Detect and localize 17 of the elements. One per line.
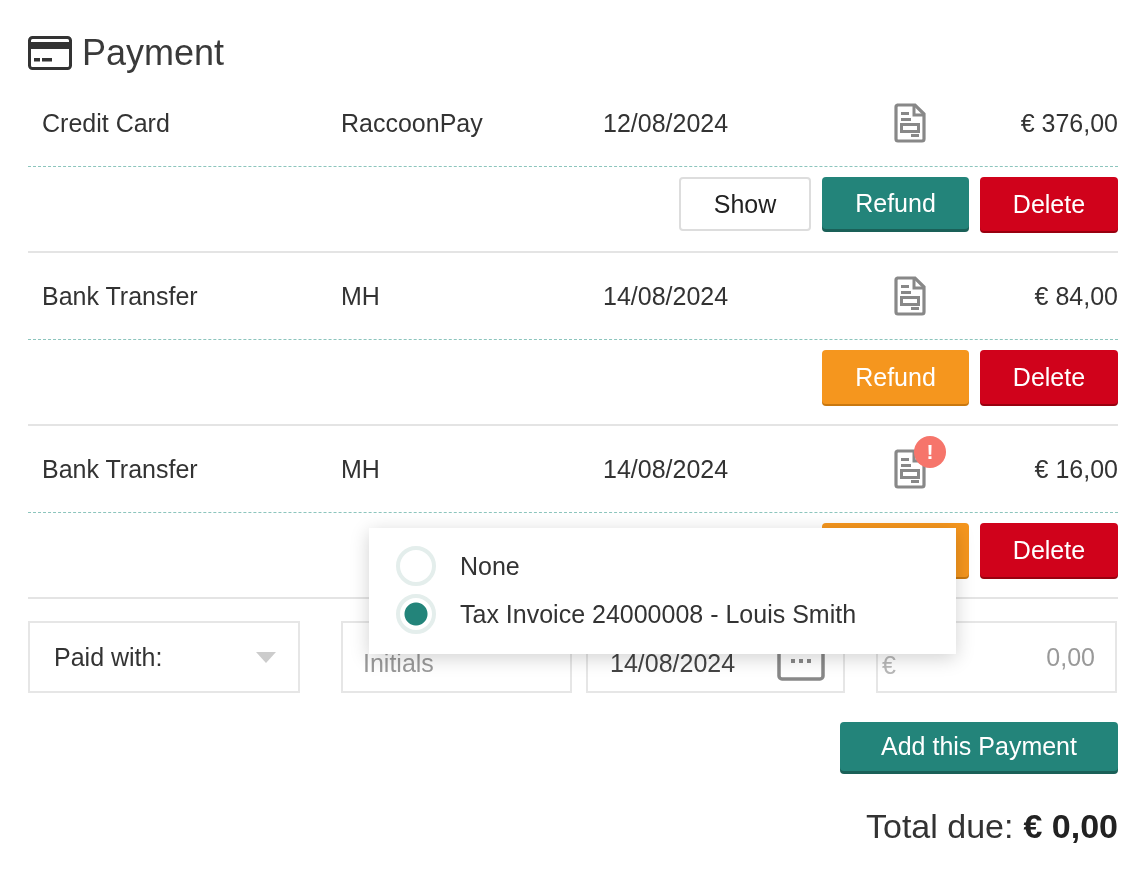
- payment-method: Credit Card: [42, 108, 171, 138]
- payment-date: 14/08/2024: [603, 281, 730, 311]
- payment-method: Bank Transfer: [42, 281, 199, 311]
- section-title: Payment: [82, 32, 225, 74]
- payment-initials: RaccoonPay: [341, 108, 484, 138]
- payment-initials: MH: [341, 454, 381, 484]
- payment-amount: € 376,00: [1019, 108, 1118, 138]
- payment-amount: € 16,00: [1033, 454, 1118, 484]
- payment-date: 14/08/2024: [603, 454, 730, 484]
- payment-initials: MH: [341, 281, 381, 311]
- payment-method: Bank Transfer: [42, 454, 199, 484]
- warning-badge: !: [914, 436, 946, 468]
- total-label: Total due:: [866, 807, 1014, 846]
- total-value: € 0,00: [1023, 807, 1118, 846]
- currency-prefix: €: [882, 651, 896, 680]
- payment-date: 12/08/2024: [603, 108, 730, 138]
- payment-amount: € 84,00: [1033, 281, 1118, 311]
